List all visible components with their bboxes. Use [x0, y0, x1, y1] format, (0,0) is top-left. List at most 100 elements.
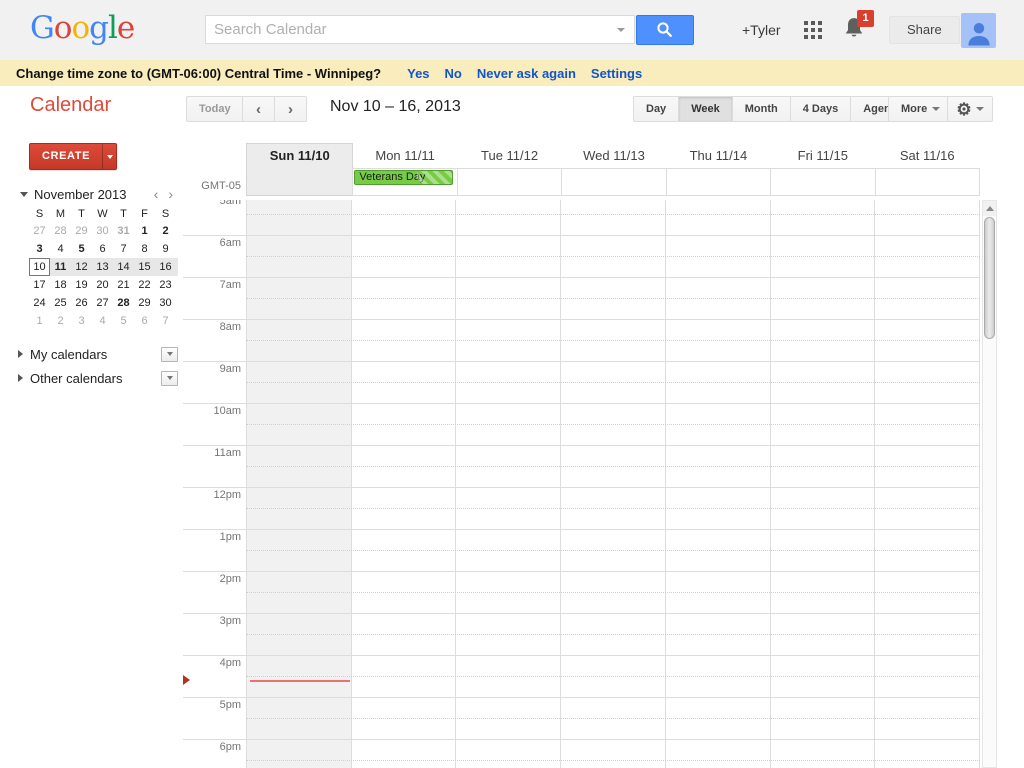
next-week-button[interactable] [274, 96, 307, 122]
mini-calendar-date-cell[interactable]: 6 [92, 240, 113, 258]
mini-calendar-date-cell[interactable]: 28 [50, 222, 71, 240]
timezone-link-never-ask-again[interactable]: Never ask again [477, 66, 576, 81]
all-day-cell[interactable] [561, 168, 666, 196]
account-link[interactable]: +Tyler [742, 22, 781, 38]
day-column[interactable] [770, 200, 875, 768]
sidebar-section-other-calendars[interactable]: Other calendars [18, 366, 178, 390]
all-day-cell[interactable] [875, 168, 980, 196]
today-button[interactable]: Today [186, 96, 244, 122]
mini-calendar-date-cell[interactable]: 25 [50, 294, 71, 312]
apps-grid-icon[interactable] [804, 21, 822, 39]
mini-calendar-date-cell[interactable]: 5 [71, 240, 92, 258]
all-day-cell[interactable] [666, 168, 771, 196]
mini-calendar-date-cell[interactable]: 22 [134, 276, 155, 294]
all-day-event[interactable]: Veterans Day [354, 170, 452, 185]
view-button-month[interactable]: Month [732, 96, 791, 122]
day-column[interactable] [455, 200, 560, 768]
search-input[interactable] [206, 21, 617, 38]
mini-calendar-date-cell[interactable]: 19 [71, 276, 92, 294]
mini-calendar-date-cell[interactable]: 12 [71, 258, 92, 276]
collapse-triangle-icon[interactable] [20, 192, 28, 197]
mini-calendar-date-cell[interactable]: 13 [92, 258, 113, 276]
day-column[interactable] [665, 200, 770, 768]
create-button[interactable]: CREATE [29, 143, 117, 170]
day-header-label[interactable]: Sat 11/16 [875, 143, 980, 168]
mini-calendar-date-cell[interactable]: 15 [134, 258, 155, 276]
mini-calendar-date-cell[interactable]: 7 [113, 240, 134, 258]
section-dropdown-button[interactable] [161, 347, 178, 362]
create-dropdown-button[interactable] [102, 144, 116, 169]
search-options-caret-icon[interactable] [617, 28, 625, 32]
mini-calendar-date-cell[interactable]: 2 [155, 222, 176, 240]
view-button-week[interactable]: Week [678, 96, 733, 122]
mini-calendar-date-cell[interactable]: 2 [50, 312, 71, 330]
mini-calendar-date-cell[interactable]: 30 [92, 222, 113, 240]
day-header-label[interactable]: Thu 11/14 [666, 143, 771, 168]
mini-calendar-date-cell[interactable]: 27 [29, 222, 50, 240]
mini-calendar-date-cell[interactable]: 18 [50, 276, 71, 294]
mini-calendar-date-cell[interactable]: 31 [113, 222, 134, 240]
mini-calendar-date-cell[interactable]: 29 [134, 294, 155, 312]
mini-calendar-date-cell[interactable]: 28 [113, 294, 134, 312]
scrollbar-thumb[interactable] [984, 217, 995, 339]
all-day-cell[interactable] [247, 168, 352, 195]
mini-calendar-prev-button[interactable] [149, 187, 164, 201]
day-column[interactable] [874, 200, 979, 768]
google-logo[interactable]: Google [30, 10, 134, 46]
day-header-label[interactable]: Sun 11/10 [247, 144, 352, 168]
mini-calendar-date-cell[interactable]: 4 [50, 240, 71, 258]
mini-calendar-date-cell[interactable]: 8 [134, 240, 155, 258]
mini-calendar-date-cell[interactable]: 27 [92, 294, 113, 312]
section-dropdown-button[interactable] [161, 371, 178, 386]
day-header-label[interactable]: Tue 11/12 [457, 143, 562, 168]
mini-calendar-date-cell[interactable]: 26 [71, 294, 92, 312]
prev-week-button[interactable] [242, 96, 275, 122]
profile-avatar[interactable] [961, 13, 996, 48]
mini-calendar-date-cell[interactable]: 3 [71, 312, 92, 330]
mini-calendar-date-cell[interactable]: 29 [71, 222, 92, 240]
day-column[interactable] [351, 200, 456, 768]
timezone-link-yes[interactable]: Yes [407, 66, 429, 81]
mini-calendar-date-cell[interactable]: 16 [155, 258, 176, 276]
mini-calendar-date-cell[interactable]: 30 [155, 294, 176, 312]
mini-calendar-date-cell[interactable]: 24 [29, 294, 50, 312]
mini-calendar-date-cell[interactable]: 6 [134, 312, 155, 330]
vertical-scrollbar[interactable] [982, 200, 997, 768]
create-button-label[interactable]: CREATE [30, 144, 102, 169]
scrollbar-up-button[interactable] [983, 201, 996, 216]
mini-calendar-date-cell[interactable]: 9 [155, 240, 176, 258]
day-header-label[interactable]: Fri 11/15 [770, 143, 875, 168]
day-column[interactable] [246, 200, 351, 768]
day-header-label[interactable]: Mon 11/11 [352, 143, 457, 168]
more-button[interactable]: More [888, 96, 953, 122]
mini-calendar-date-cell[interactable]: 23 [155, 276, 176, 294]
logo-letter: e [117, 10, 134, 46]
view-button-day[interactable]: Day [633, 96, 679, 122]
mini-calendar-date-cell[interactable]: 20 [92, 276, 113, 294]
search-button[interactable] [636, 15, 694, 45]
settings-button[interactable] [947, 96, 993, 122]
all-day-cell[interactable] [770, 168, 875, 196]
timezone-link-settings[interactable]: Settings [591, 66, 642, 81]
day-header-label[interactable]: Wed 11/13 [561, 143, 666, 168]
mini-calendar-date-cell[interactable]: 17 [29, 276, 50, 294]
mini-calendar-date-cell[interactable]: 14 [113, 258, 134, 276]
view-button-4-days[interactable]: 4 Days [790, 96, 851, 122]
notifications-button[interactable]: 1 [843, 16, 877, 46]
timezone-link-no[interactable]: No [445, 66, 462, 81]
day-column[interactable] [560, 200, 665, 768]
mini-calendar-date-cell[interactable]: 1 [134, 222, 155, 240]
sidebar-section-my-calendars[interactable]: My calendars [18, 342, 178, 366]
all-day-cell[interactable] [457, 168, 562, 196]
mini-calendar-today-cell[interactable]: 10 [29, 258, 50, 276]
mini-calendar-date-cell[interactable]: 1 [29, 312, 50, 330]
mini-calendar-date-cell[interactable]: 7 [155, 312, 176, 330]
mini-calendar-date-cell[interactable]: 5 [113, 312, 134, 330]
all-day-cell[interactable]: Veterans Day [352, 168, 457, 196]
share-button[interactable]: Share [889, 16, 960, 44]
mini-calendar-date-cell[interactable]: 3 [29, 240, 50, 258]
mini-calendar-date-cell[interactable]: 11 [50, 258, 71, 276]
mini-calendar-date-cell[interactable]: 4 [92, 312, 113, 330]
mini-calendar-date-cell[interactable]: 21 [113, 276, 134, 294]
mini-calendar-next-button[interactable] [163, 187, 178, 201]
